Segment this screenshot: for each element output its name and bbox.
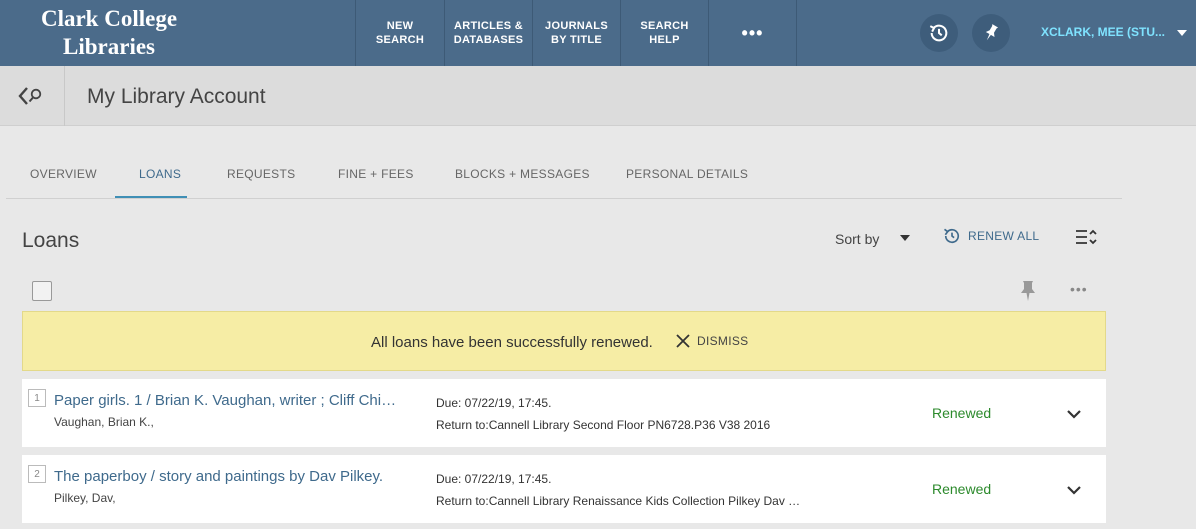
- tab-overview[interactable]: OVERVIEW: [30, 152, 97, 198]
- tab-blocks-messages[interactable]: BLOCKS + MESSAGES: [455, 152, 590, 198]
- loan-title-link[interactable]: Paper girls. 1 / Brian K. Vaughan, write…: [54, 392, 404, 409]
- nav-articles-databases[interactable]: ARTICLES & DATABASES: [444, 0, 532, 66]
- select-all-checkbox[interactable]: [32, 281, 52, 301]
- chevron-down-icon: [1067, 410, 1081, 419]
- nav-label: JOURNALS: [545, 20, 608, 32]
- nav-more-button[interactable]: •••: [708, 0, 797, 66]
- loan-status: Renewed: [932, 405, 992, 421]
- pin-icon: [985, 24, 999, 41]
- expand-row-button[interactable]: [1066, 407, 1082, 425]
- row-number: 1: [28, 389, 46, 407]
- library-logo[interactable]: Clark College Libraries: [0, 0, 218, 66]
- back-to-search-button[interactable]: [0, 66, 65, 126]
- sort-list-icon: [1076, 229, 1097, 245]
- loan-row: 1 Paper girls. 1 / Brian K. Vaughan, wri…: [22, 379, 1106, 447]
- nav-journals-by-title[interactable]: JOURNALS BY TITLE: [532, 0, 620, 66]
- sort-by-dropdown[interactable]: Sort by: [835, 231, 879, 247]
- nav-new-search[interactable]: NEW SEARCH: [355, 0, 444, 66]
- nav-label: DATABASES: [453, 34, 524, 46]
- dismiss-label: DISMISS: [697, 334, 749, 348]
- pin-icon: [1021, 281, 1035, 301]
- expand-row-button[interactable]: [1066, 483, 1082, 501]
- nav-label: NEW: [386, 20, 414, 32]
- loan-due-date: Due: 07/22/19, 17:45.: [436, 396, 552, 410]
- loan-due-date: Due: 07/22/19, 17:45.: [436, 472, 552, 486]
- list-display-settings-button[interactable]: [1074, 227, 1098, 252]
- loans-heading: Loans: [22, 229, 80, 252]
- top-bar: Clark College Libraries NEW SEARCH ARTICL…: [0, 0, 1196, 66]
- tab-personal-details[interactable]: PERSONAL DETAILS: [626, 152, 748, 198]
- history-icon: [929, 24, 948, 42]
- nav-label: HELP: [649, 34, 680, 46]
- nav-label: SEARCH: [640, 20, 689, 32]
- pin-selected-button[interactable]: [1019, 280, 1037, 307]
- renew-all-label: RENEW ALL: [968, 229, 1040, 243]
- nav-search-help[interactable]: SEARCH HELP: [620, 0, 708, 66]
- active-tab-indicator: [115, 196, 187, 198]
- more-icon: •••: [741, 23, 764, 43]
- close-icon: [676, 334, 690, 348]
- logo-line-2: Libraries: [63, 34, 155, 59]
- renew-all-button[interactable]: RENEW ALL: [942, 225, 1039, 247]
- logo-line-1: Clark College: [40, 6, 178, 31]
- loan-return-location: Return to:Cannell Library Second Floor P…: [436, 418, 771, 432]
- loan-status: Renewed: [932, 481, 992, 497]
- user-menu-button[interactable]: XCLARK, MEE (STU...: [1041, 25, 1165, 39]
- success-banner: All loans have been successfully renewed…: [22, 311, 1106, 371]
- chevron-down-icon: [1067, 486, 1081, 495]
- row-number: 2: [28, 465, 46, 483]
- loan-author: Pilkey, Dav,: [54, 491, 116, 505]
- page-title: My Library Account: [87, 85, 266, 108]
- tab-requests[interactable]: REQUESTS: [227, 152, 295, 198]
- dismiss-button[interactable]: DISMISS: [675, 333, 748, 349]
- nav-label: ARTICLES &: [454, 20, 523, 32]
- loan-author: Vaughan, Brian K.,: [54, 415, 154, 429]
- renew-icon: [944, 228, 960, 244]
- nav-label: BY TITLE: [550, 34, 603, 46]
- loan-row: 2 The paperboy / story and paintings by …: [22, 455, 1106, 523]
- caret-down-icon[interactable]: [900, 235, 910, 241]
- sub-header: My Library Account: [0, 66, 1196, 126]
- caret-down-icon[interactable]: [1177, 30, 1187, 36]
- tab-loans[interactable]: LOANS: [139, 152, 181, 198]
- banner-message: All loans have been successfully renewed…: [371, 334, 653, 351]
- back-search-icon: [18, 87, 42, 105]
- tab-fines-fees[interactable]: FINE + FEES: [338, 152, 414, 198]
- more-actions-button[interactable]: •••: [1070, 281, 1088, 297]
- account-tabs: OVERVIEW LOANS REQUESTS FINE + FEES BLOC…: [6, 152, 1122, 199]
- loan-title-link[interactable]: The paperboy / story and paintings by Da…: [54, 468, 404, 485]
- nav-label: SEARCH: [375, 34, 425, 46]
- loan-return-location: Return to:Cannell Library Renaissance Ki…: [436, 494, 806, 508]
- search-history-button[interactable]: [920, 14, 958, 52]
- favorites-button[interactable]: [972, 14, 1010, 52]
